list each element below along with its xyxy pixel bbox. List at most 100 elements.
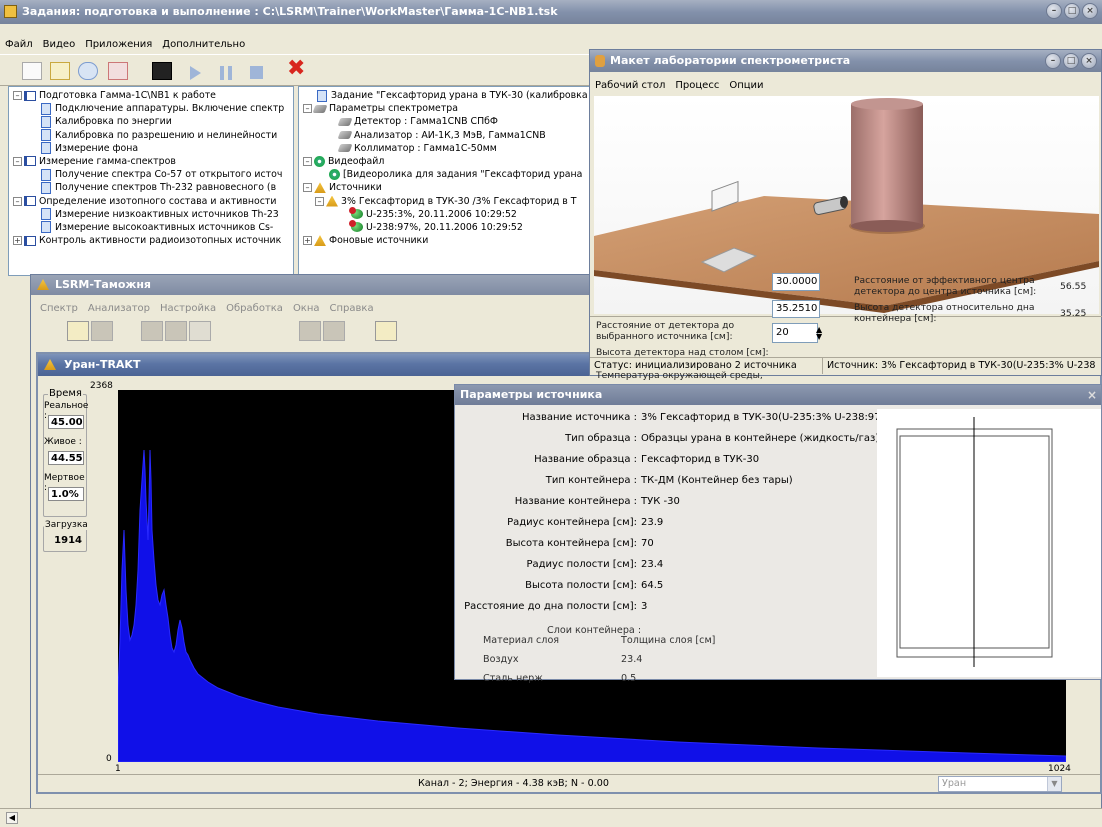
export-icon[interactable] [152, 62, 172, 80]
menu-processing[interactable]: Обработка [226, 303, 283, 314]
menu-options[interactable]: Опции [729, 80, 763, 91]
menu-spectrum[interactable]: Спектр [40, 303, 78, 314]
document-icon [41, 221, 51, 234]
isotope-icon [349, 207, 363, 220]
menu-settings[interactable]: Настройка [160, 303, 216, 314]
params-table: Название источника :3% Гексафторид в ТУК… [455, 407, 894, 684]
play-icon[interactable] [190, 66, 201, 80]
menu-apps[interactable]: Приложения [85, 39, 152, 50]
height-input[interactable]: 35.2510 [772, 300, 820, 318]
temp-input[interactable]: 20 [772, 323, 818, 343]
lab-title: Макет лаборатории спектрометриста [610, 54, 851, 67]
tree-item[interactable]: – Определение изотопного состава и активн… [13, 195, 293, 208]
document-icon [41, 208, 51, 221]
save-icon[interactable] [299, 321, 321, 341]
lab-window: Макет лаборатории спектрометриста – □ × Ра… [589, 49, 1102, 392]
tree-item[interactable]: Измерение высокоактивных источников Cs- [13, 221, 293, 234]
lsrm-toolbar [67, 321, 567, 343]
lab-menubar: Рабочий стол Процесс Опции [590, 77, 1101, 95]
tree-item[interactable]: – Источники [303, 181, 592, 194]
edit-icon[interactable] [50, 62, 70, 80]
menu-process[interactable]: Процесс [675, 80, 719, 91]
paste-icon[interactable] [91, 321, 113, 341]
tree-item[interactable]: –3% Гексафторид в ТУК-30 /3% Гексафторид… [303, 195, 592, 208]
dist-input[interactable]: 30.0000 [772, 273, 820, 291]
close-icon[interactable]: × [1082, 3, 1098, 19]
menu-extra[interactable]: Дополнительно [162, 39, 245, 50]
book-icon [24, 196, 36, 206]
search-icon[interactable] [78, 62, 98, 80]
menu-windows[interactable]: Окна [293, 303, 320, 314]
book-icon [24, 90, 36, 101]
minimize-icon[interactable]: – [1046, 3, 1062, 19]
tree-item[interactable]: Калибровка по разрешению и нелинейности [13, 129, 293, 142]
bottom-scrollbar[interactable]: ◀ [0, 808, 1102, 827]
lab-statusbar: Статус: инициализировано 2 источника Ист… [590, 357, 1101, 375]
menu-desktop[interactable]: Рабочий стол [595, 80, 665, 91]
minimize-icon[interactable]: – [1045, 53, 1061, 69]
tree-item[interactable]: – Видеофайл [303, 155, 592, 168]
tree-item[interactable]: – Подготовка Гамма-1С\NB1 к работе [13, 89, 293, 102]
cancel-icon[interactable]: ✖ [287, 58, 305, 80]
lock-icon[interactable] [323, 321, 345, 341]
delete-doc-icon[interactable] [108, 62, 128, 80]
tree-item[interactable]: – Параметры спектрометра [303, 102, 592, 115]
chevron-down-icon[interactable]: ▼ [1047, 777, 1061, 791]
tree-item[interactable]: U-235:3%, 20.11.2006 10:29:52 [303, 207, 592, 221]
eff-value: 56.55 [1060, 281, 1087, 292]
grid-icon[interactable] [189, 321, 211, 341]
stop-icon[interactable] [250, 66, 263, 79]
layer-thickness: 0.5 [621, 673, 637, 684]
right-tree-panel: Задание "Гексафторид урана в ТУК-30 (кал… [298, 86, 593, 276]
wrench-icon [312, 104, 328, 113]
tree-item[interactable]: Измерение низкоактивных источников Th-23 [13, 208, 293, 221]
new-doc-icon[interactable] [22, 62, 42, 80]
param-row: Название контейнера : ТУК -30 [514, 496, 680, 507]
tree-item[interactable]: Задание "Гексафторид урана в ТУК-30 (кал… [303, 89, 592, 102]
tree-item[interactable]: Получение спектров Th-232 равновесного (… [13, 181, 293, 194]
print-icon[interactable] [141, 321, 163, 341]
tree-item[interactable]: Измерение фона [13, 142, 293, 155]
maximize-icon[interactable]: □ [1064, 3, 1080, 19]
main-toolbar: ✖ [0, 54, 600, 86]
close-icon[interactable]: × [1081, 53, 1097, 69]
tree-item[interactable]: Получение спектра Co-57 от открытого ист… [13, 168, 293, 181]
menu-help[interactable]: Справка [330, 303, 374, 314]
document-icon [317, 89, 327, 102]
tree-item[interactable]: Анализатор : АИ-1К,3 МэВ, Гамма1CNB [303, 129, 592, 142]
wrench-icon [337, 131, 353, 140]
live-value: 44.55 [48, 451, 84, 465]
real-value: 45.00 [48, 415, 84, 429]
rel-label: Высота детектора относительно дна контей… [854, 302, 1035, 324]
lab-source: Источник: 3% Гексафторид в ТУК-30(U-235:… [822, 358, 1096, 374]
layer-thickness: 23.4 [621, 654, 643, 665]
scroll-left-icon[interactable]: ◀ [6, 812, 18, 824]
param-row: Название образца : Гексафторид в ТУК-30 [534, 454, 760, 465]
menu-file[interactable]: Файл [5, 39, 33, 50]
tree-item[interactable]: Коллиматор : Гамма1С-50мм [303, 142, 592, 155]
left-tree-panel: – Подготовка Гамма-1С\NB1 к работе Подклю… [8, 86, 294, 276]
copy-icon[interactable] [67, 321, 89, 341]
close-icon[interactable]: × [1087, 385, 1097, 405]
tree-item[interactable]: Детектор : Гамма1CNB СПбФ [303, 115, 592, 128]
page-icon[interactable] [165, 321, 187, 341]
report-icon[interactable] [375, 321, 397, 341]
temp-spinner[interactable]: ▲ ▼ [816, 326, 826, 341]
tree-item[interactable]: Калибровка по энергии [13, 115, 293, 128]
radiation-icon [44, 359, 56, 370]
radiation-icon [37, 279, 49, 290]
tree-item[interactable]: Подключение аппаратуры. Включение спектр [13, 102, 293, 115]
menu-analyzer[interactable]: Анализатор [88, 303, 150, 314]
tree-item[interactable]: + Контроль активности радиоизотопных исто… [13, 234, 293, 247]
pause-icon[interactable] [220, 66, 232, 80]
maximize-icon[interactable]: □ [1063, 53, 1079, 69]
tree-item[interactable]: + Фоновые источники [303, 234, 592, 247]
tree-item[interactable]: [Видеоролика для задания "Гексафторид ур… [303, 168, 592, 181]
tree-item[interactable]: U-238:97%, 20.11.2006 10:29:52 [303, 220, 592, 234]
menu-video[interactable]: Видео [43, 39, 76, 50]
spectrum-select[interactable]: Уран ▼ [938, 776, 1062, 792]
layers-col-thickness: Толщина слоя [см] [621, 635, 716, 646]
main-titlebar: Задания: подготовка и выполнение : C:\LS… [0, 0, 1102, 24]
radiation-icon [314, 182, 326, 194]
tree-item[interactable]: – Измерение гамма-спектров [13, 155, 293, 168]
